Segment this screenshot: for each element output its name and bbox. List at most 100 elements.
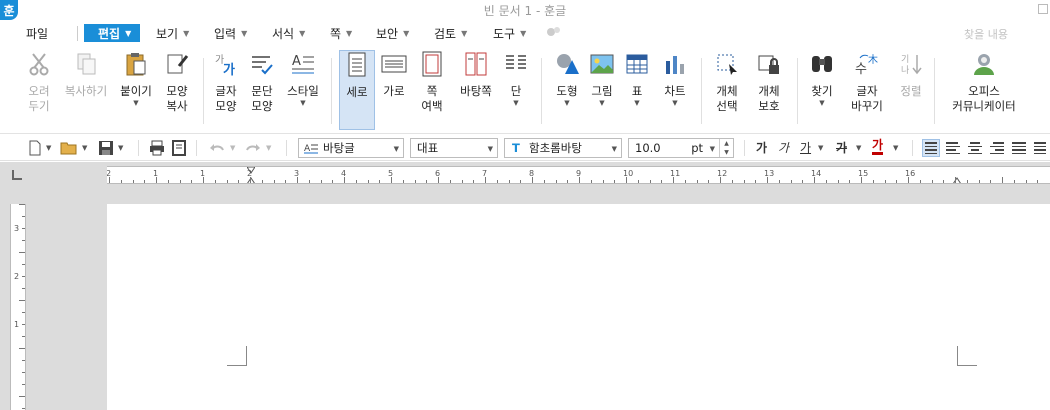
- ruler-number: 14: [811, 169, 822, 178]
- chevron-down-icon[interactable]: ▼: [133, 99, 138, 107]
- chevron-down-icon[interactable]: ▼: [230, 144, 235, 152]
- save-icon[interactable]: [97, 139, 115, 157]
- redo-icon[interactable]: [244, 139, 262, 157]
- para-shape-button[interactable]: 문단 모양: [246, 50, 278, 130]
- toolbar-settings-icon[interactable]: [545, 25, 561, 39]
- ruler-number: 3: [294, 169, 300, 178]
- copy-button[interactable]: 복사하기: [62, 50, 110, 130]
- align-center-button[interactable]: [966, 139, 984, 157]
- chevron-down-icon[interactable]: ▼: [599, 99, 604, 107]
- office-communicator-button[interactable]: 오피스 커뮤니케이터: [944, 50, 1024, 130]
- ruler-tick: [461, 180, 463, 183]
- chevron-down-icon[interactable]: ▼: [82, 144, 87, 152]
- style-select-value: 바탕글: [323, 141, 355, 155]
- menu-page[interactable]: 쪽 ▼: [330, 24, 352, 42]
- master-page-button[interactable]: 바탕쪽: [456, 50, 496, 130]
- open-folder-icon[interactable]: [60, 139, 78, 157]
- cut-button[interactable]: 오려 두기: [22, 50, 56, 130]
- horizontal-ruler[interactable]: 2112345678910111213141516: [107, 166, 1050, 184]
- ruler-tick: [684, 180, 686, 183]
- italic-button[interactable]: 가: [778, 139, 789, 156]
- align-left-button[interactable]: [944, 139, 962, 157]
- menu-view[interactable]: 보기 ▼: [156, 24, 189, 42]
- paste-button[interactable]: 붙이기 ▼: [116, 50, 156, 130]
- align-right-button[interactable]: [988, 139, 1006, 157]
- chevron-down-icon[interactable]: ▼: [513, 99, 518, 107]
- stepper-up-icon[interactable]: ▲: [724, 140, 729, 147]
- chevron-down-icon[interactable]: ▼: [819, 99, 824, 107]
- chevron-down-icon[interactable]: ▼: [46, 144, 51, 152]
- char-shape-button[interactable]: 가가 글자 모양: [210, 50, 242, 130]
- font-size-input[interactable]: 10.0 pt ▼ ▲ ▼: [628, 138, 734, 158]
- chevron-down-icon[interactable]: ▼: [893, 144, 898, 152]
- sort-icon: 기나: [897, 50, 925, 78]
- object-protect-button[interactable]: 개체 보호: [750, 50, 788, 130]
- chevron-down-icon[interactable]: ▼: [856, 144, 861, 152]
- chevron-down-icon[interactable]: ▼: [118, 144, 123, 152]
- format-copy-button[interactable]: 모양 복사: [160, 50, 194, 130]
- menu-security[interactable]: 보안 ▼: [376, 24, 409, 42]
- menu-review[interactable]: 검토 ▼: [434, 24, 467, 42]
- print-icon[interactable]: [148, 139, 166, 157]
- horizontal-orientation-button[interactable]: 가로: [378, 50, 410, 130]
- svg-text:가: 가: [223, 63, 235, 76]
- find-button[interactable]: 찾기 ▼: [806, 50, 838, 130]
- vertical-orientation-button[interactable]: 세로: [339, 50, 375, 130]
- language-select[interactable]: 대표 ▼: [410, 138, 498, 158]
- vertical-ruler[interactable]: 3 2 1: [10, 204, 26, 410]
- chart-button[interactable]: 차트 ▼: [658, 50, 692, 130]
- ruler-tick: [19, 252, 25, 253]
- chevron-down-icon[interactable]: ▼: [672, 99, 677, 107]
- search-input[interactable]: 찾을 내용: [950, 23, 1050, 43]
- align-divide-button[interactable]: [1032, 139, 1048, 157]
- copy-icon: [72, 50, 100, 78]
- menu-format[interactable]: 서식 ▼: [272, 24, 305, 42]
- menu-file[interactable]: 파일: [26, 24, 48, 42]
- ruler-tick: [543, 180, 545, 183]
- new-document-icon[interactable]: [26, 139, 44, 157]
- strikethrough-button[interactable]: 가: [836, 139, 847, 156]
- shape-button[interactable]: 도형 ▼: [550, 50, 584, 130]
- stepper-down-icon[interactable]: ▼: [724, 149, 729, 156]
- chevron-down-icon[interactable]: ▼: [634, 99, 639, 107]
- picture-button[interactable]: 그림 ▼: [586, 50, 618, 130]
- menu-file-label: 파일: [26, 26, 49, 41]
- chevron-down-icon[interactable]: ▼: [710, 145, 715, 153]
- ruler-tick: [273, 180, 275, 183]
- menu-tools-label: 도구: [493, 26, 516, 41]
- sort-button[interactable]: 기나 정렬: [896, 50, 926, 130]
- undo-icon[interactable]: [208, 139, 226, 157]
- replace-button[interactable]: 수木 글자 바꾸기: [846, 50, 888, 130]
- page-margin-button[interactable]: 쪽 여백: [414, 50, 450, 130]
- chevron-down-icon[interactable]: ▼: [818, 144, 823, 152]
- column-button[interactable]: 단 ▼: [500, 50, 532, 130]
- ruler-number: 13: [764, 169, 775, 178]
- font-color-button[interactable]: 가: [872, 139, 884, 155]
- align-justify-button[interactable]: [922, 139, 940, 157]
- chevron-down-icon[interactable]: ▼: [564, 99, 569, 107]
- print-preview-icon[interactable]: [170, 139, 188, 157]
- chevron-down-icon[interactable]: ▼: [266, 144, 271, 152]
- para-shape-icon: [248, 50, 276, 78]
- object-select-button[interactable]: 개체 선택: [708, 50, 746, 130]
- chevron-down-icon[interactable]: ▼: [300, 99, 305, 107]
- menu-insert[interactable]: 입력 ▼: [214, 24, 247, 42]
- window-title: 빈 문서 1 - 훈글: [483, 4, 567, 18]
- menu-tools[interactable]: 도구 ▼: [493, 24, 526, 42]
- style-button[interactable]: A 스타일 ▼: [284, 50, 322, 130]
- style-select[interactable]: A 바탕글 ▼: [298, 138, 404, 158]
- menu-edit[interactable]: 편집 ▼: [84, 24, 140, 42]
- restore-window-icon[interactable]: [1038, 4, 1048, 14]
- bold-button[interactable]: 가: [756, 139, 767, 156]
- chevron-down-icon: ▼: [346, 28, 353, 38]
- font-size-stepper[interactable]: ▲ ▼: [719, 139, 733, 157]
- ruler-tick: [520, 180, 522, 183]
- underline-button[interactable]: 가: [800, 139, 811, 156]
- table-button[interactable]: 표 ▼: [622, 50, 652, 130]
- vertical-label: 세로: [346, 85, 368, 99]
- font-select[interactable]: T 함초롬바탕 ▼: [504, 138, 622, 158]
- ruler-tick: [285, 180, 287, 183]
- align-distribute-button[interactable]: [1010, 139, 1028, 157]
- document-page[interactable]: [107, 204, 1050, 410]
- ruler-corner[interactable]: [0, 162, 36, 190]
